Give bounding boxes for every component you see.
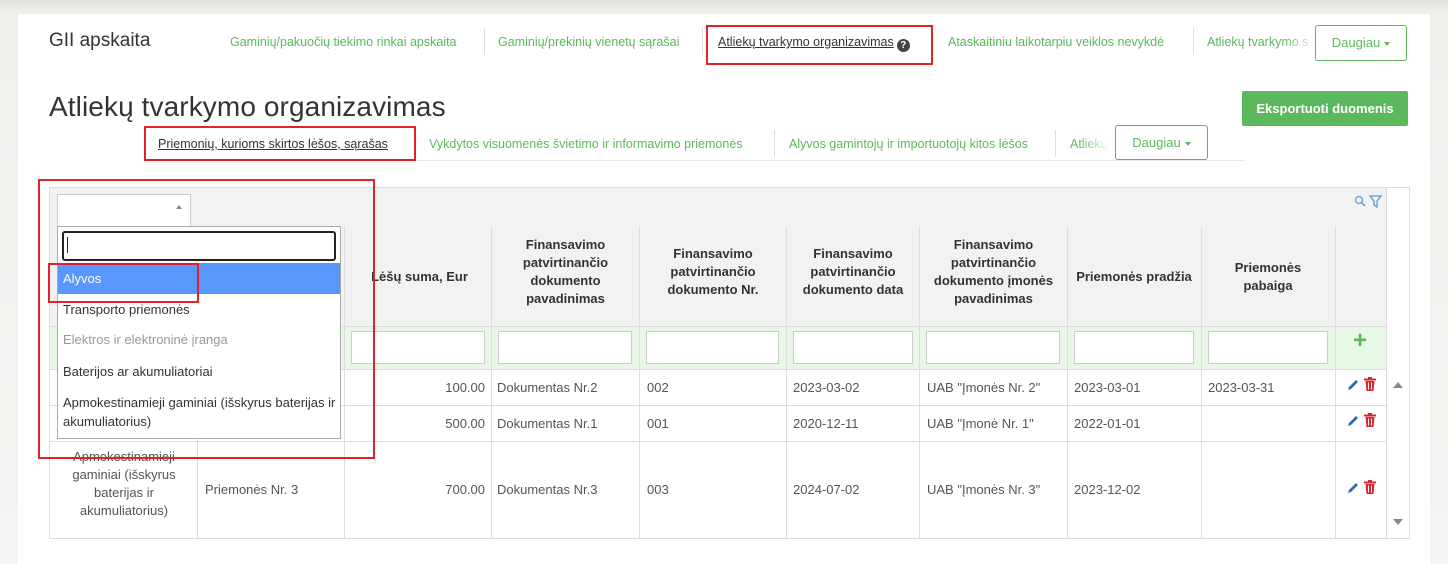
cell-company: UAB "Įmonės Nr. 3" [927,482,1041,497]
cell-category: Apmokestinamieji gaminiai (išskyrus bate… [72,449,176,518]
filter-end-input[interactable] [1208,331,1328,364]
cell-doc-date: 2020-12-11 [793,416,859,431]
text-cursor [67,237,68,253]
cell-doc-date: 2023-03-02 [793,380,860,395]
dropdown-option-alyvos[interactable]: Alyvos [58,263,340,294]
scroll-down-icon[interactable] [1393,519,1403,525]
trash-icon[interactable] [1364,480,1376,494]
cell-doc-no: 003 [647,482,669,497]
cell-start: 2023-12-02 [1074,482,1141,497]
col-divider [491,227,492,539]
nav-divider [484,28,485,55]
tab-svietimo-priemones[interactable]: Vykdytos visuomenės švietimo ir informav… [429,137,743,151]
nav-divider [774,130,775,157]
cell-amount: 500.00 [445,416,485,431]
grid-toolbar [1354,195,1383,209]
more-label: Daugiau [1331,35,1381,50]
filter-doc-date-input[interactable] [793,331,913,364]
subnav-underline [150,160,1245,161]
more-label: Daugiau [1132,135,1181,150]
nav-divider [1055,130,1056,157]
cell-amount: 700.00 [445,482,485,497]
tab-priemoniu-sarasas[interactable]: Priemonių, kurioms skirtos lėšos, sąraša… [158,137,388,151]
cell-company: UAB "Įmonė Nr. 1" [927,416,1034,431]
nav-divider [1193,28,1194,55]
nav-fade [1080,132,1110,154]
category-select[interactable] [57,194,191,228]
tab-alyvos-kitos-lesos[interactable]: Alyvos gamintojų ir importuotojų kitos l… [789,137,1028,151]
col-header-start[interactable]: Priemonės pradžia [1070,268,1198,286]
col-header-company[interactable]: Finansavimo patvirtinančio dokumento įmo… [926,236,1061,308]
pencil-icon[interactable] [1346,378,1360,392]
cell-doc-name: Dokumentas Nr.1 [497,416,598,431]
col-divider [1335,227,1336,539]
cell-company: UAB "Įmonės Nr. 2" [927,380,1041,395]
cell-start: 2023-03-01 [1074,380,1141,395]
pencil-icon[interactable] [1346,481,1360,495]
subnav-more-button[interactable]: Daugiau [1115,125,1208,160]
col-header-doc-date[interactable]: Finansavimo patvirtinančio dokumento dat… [792,245,914,299]
dropdown-option-apmokestinamieji[interactable]: Apmokestinamieji gaminiai (išskyrus bate… [58,393,338,431]
col-divider [639,227,640,539]
nav-divider [702,28,703,55]
col-header-amount[interactable]: Lėšų suma, Eur [352,268,487,286]
scroll-up-icon[interactable] [1393,382,1403,388]
col-header-doc-no[interactable]: Finansavimo patvirtinančio dokumento Nr. [650,245,776,299]
row-divider [50,441,1386,442]
col-divider [919,227,920,539]
cell-amount: 100.00 [445,380,485,395]
col-header-doc-name[interactable]: Finansavimo patvirtinančio dokumento pav… [500,236,631,308]
dropdown-search-input[interactable] [62,231,336,261]
dropdown-option-elektros: Elektros ir elektroninė įranga [63,332,228,347]
col-divider [344,227,345,539]
topnav-item-tiekimo-apskaita[interactable]: Gaminių/pakuočių tiekimo rinkai apskaita [230,35,457,49]
topnav-item-atlieku-organizavimas[interactable]: Atliekų tvarkymo organizavimas? [718,35,910,52]
dropdown-option-baterijos[interactable]: Baterijos ar akumuliatoriai [58,364,340,380]
cell-name: Priemonės Nr. 3 [205,482,299,497]
plus-icon[interactable]: + [1353,329,1367,353]
filter-icon[interactable] [1368,195,1383,209]
export-button[interactable]: Eksportuoti duomenis [1242,91,1408,126]
cell-doc-date: 2024-07-02 [793,482,860,497]
trash-icon[interactable] [1364,413,1376,427]
filter-company-input[interactable] [926,331,1060,364]
search-icon[interactable] [1354,195,1366,207]
page-title: Atliekų tvarkymo organizavimas [49,91,446,122]
cell-start: 2022-01-01 [1074,416,1141,431]
topnav-item-label: Atliekų tvarkymo organizavimas [718,35,894,49]
filter-doc-no-input[interactable] [646,331,779,364]
cell-doc-name: Dokumentas Nr.2 [497,380,598,395]
help-icon[interactable]: ? [896,39,910,52]
topnav-item-vienetu-sarasai[interactable]: Gaminių/prekinių vienetų sąrašai [498,35,679,49]
chevron-up-icon [176,205,182,209]
filter-doc-name-input[interactable] [498,331,632,364]
cell-doc-name: Dokumentas Nr.3 [497,482,598,497]
col-divider [1201,227,1202,539]
dropdown-option-transporto[interactable]: Transporto priemonės [58,302,340,318]
filter-start-input[interactable] [1074,331,1194,364]
cell-doc-no: 001 [647,416,669,431]
app-brand[interactable]: GII apskaita [49,30,150,52]
filter-amount-input[interactable] [351,331,485,364]
col-divider [786,227,787,539]
scrollbar-divider [1386,188,1387,539]
topnav-item-veiklos-nevykde[interactable]: Ataskaitiniu laikotarpiu veiklos nevykdė [948,35,1164,49]
topnav-more-button[interactable]: Daugiau [1315,25,1407,61]
pencil-icon[interactable] [1346,414,1360,428]
col-header-end[interactable]: Priemonės pabaiga [1212,259,1324,295]
chevron-down-icon [1384,41,1391,46]
trash-icon[interactable] [1364,377,1376,391]
chevron-down-icon [1184,141,1191,146]
cell-end: 2023-03-31 [1208,380,1275,395]
col-divider [1067,227,1068,539]
cell-doc-no: 002 [647,380,669,395]
